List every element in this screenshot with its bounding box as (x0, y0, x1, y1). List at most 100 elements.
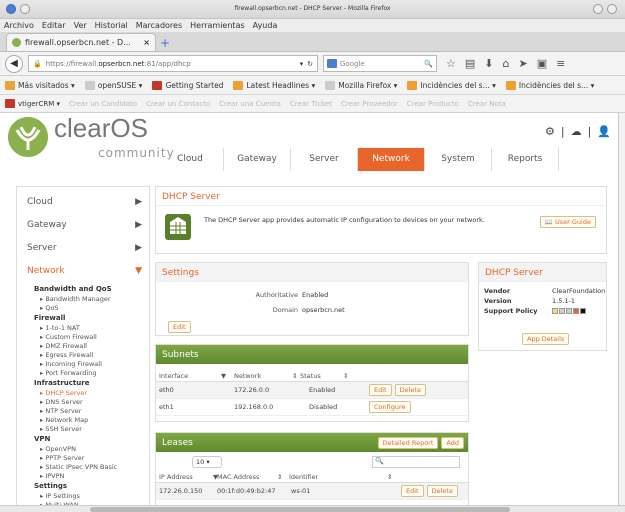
configure-button[interactable]: Configure (369, 401, 411, 413)
crm-create-provider[interactable]: Crear Proveedor (341, 100, 398, 108)
dropdown-arrow-icon[interactable]: ▾ (300, 60, 304, 68)
bookmark-item[interactable]: Mozilla Firefox ▾ (325, 80, 397, 90)
url-bar[interactable]: 🔒 https://firewall.opserbcn.net:81/app/d… (28, 55, 318, 72)
sidebar-item[interactable]: ▸ DNS Server (17, 397, 149, 406)
add-lease-button[interactable]: Add (441, 437, 464, 449)
search-bar[interactable]: Google 🔍 (323, 55, 437, 72)
back-button[interactable]: ◀ (5, 54, 23, 73)
reading-list-icon[interactable]: ▤ (465, 57, 475, 70)
new-tab-button[interactable]: + (156, 35, 174, 51)
page-size-select[interactable]: 10 ▾ (192, 456, 222, 468)
sidebar-item[interactable]: ▸ PPTP Server (17, 453, 149, 462)
lease-search-input[interactable]: 🔍 (372, 456, 460, 468)
col-network[interactable]: Network (234, 372, 292, 380)
sort-icon[interactable]: ▼ (221, 372, 234, 380)
col-mac-address[interactable]: MAC Address (217, 473, 277, 481)
send-icon[interactable]: ➤ (518, 57, 527, 70)
nav-tab-reports[interactable]: Reports (492, 148, 559, 171)
dashboard-icon[interactable]: ⚙ (545, 125, 555, 138)
sidebar-item[interactable]: ▸ NTP Server (17, 406, 149, 415)
sidebar-item[interactable]: ▸ Custom Firewall (17, 332, 149, 341)
crm-create-note[interactable]: Crear Nota (468, 100, 506, 108)
sort-icon[interactable]: ⇕ (277, 473, 289, 481)
nav-tab-network[interactable]: Network (358, 148, 425, 171)
col-interface[interactable]: Interface (159, 372, 221, 380)
menu-herramientas[interactable]: Herramientas (190, 21, 245, 30)
domain-label: Domain (272, 306, 298, 314)
sort-icon[interactable]: ⇕ (387, 473, 392, 481)
bookmark-item[interactable]: Incidències del s... ▾ (505, 80, 594, 90)
bookmark-item[interactable]: Más visitados ▾ (5, 80, 75, 90)
crm-create-contact[interactable]: Crear un Contacto (146, 100, 210, 108)
crm-create-account[interactable]: Crear una Cuenta (219, 100, 281, 108)
search-icon[interactable]: 🔍 (424, 60, 433, 68)
minimize-icon[interactable] (593, 4, 603, 14)
sidebar-item[interactable]: ▸ OpenVPN (17, 444, 149, 453)
sidebar-item[interactable]: ▸ Incoming Firewall (17, 359, 149, 368)
menu-ver[interactable]: Ver (74, 21, 87, 30)
download-icon[interactable]: ⬇ (484, 57, 493, 70)
settings-edit-button[interactable]: Edit (168, 321, 191, 333)
menu-archivo[interactable]: Archivo (4, 21, 34, 30)
reload-icon[interactable]: ↻ (307, 60, 313, 68)
sidebar-item[interactable]: ▸ SSH Server (17, 424, 149, 433)
sidebar-item[interactable]: ▸ Port Forwarding (17, 368, 149, 377)
sort-icon[interactable]: ⇕ (343, 372, 348, 380)
crm-create-ticket[interactable]: Crear Ticket (290, 100, 332, 108)
app-details-button[interactable]: App Details (522, 333, 570, 345)
col-identifier[interactable]: Identifier (289, 473, 387, 481)
close-tab-icon[interactable]: × (143, 38, 150, 47)
user-icon[interactable]: 👤 (597, 125, 611, 138)
sidebar-category-network[interactable]: Network ▼ (17, 260, 149, 283)
sidebar-category-server[interactable]: Server ▶ (17, 237, 149, 260)
detailed-report-button[interactable]: Detailed Report (377, 437, 439, 449)
edit-button[interactable]: Edit (369, 384, 392, 396)
menu-editar[interactable]: Editar (42, 21, 66, 30)
sidebar-item[interactable]: ▸ Egress Firewall (17, 350, 149, 359)
sidebar-item[interactable]: ▸ Static IPsec VPN Basic (17, 462, 149, 471)
sidebar-category-cloud[interactable]: Cloud ▶ (17, 191, 149, 214)
nav-tab-system[interactable]: System (425, 148, 492, 171)
col-ip-address[interactable]: IP Address (159, 473, 213, 481)
brand-name: clearOS (54, 113, 148, 143)
nav-tab-server[interactable]: Server (291, 148, 358, 171)
sort-icon[interactable]: ⇕ (292, 372, 300, 380)
crm-create-candidate[interactable]: Crear un Candidato (69, 100, 137, 108)
sidebar-item[interactable]: ▸ IP Settings (17, 491, 149, 500)
nav-tab-cloud[interactable]: Cloud (157, 148, 224, 171)
search-engine-icon[interactable] (327, 59, 337, 68)
user-guide-button[interactable]: 📖 User Guide (539, 216, 596, 228)
menu-ayuda[interactable]: Ayuda (253, 21, 278, 30)
horizontal-scrollbar[interactable] (0, 505, 625, 512)
sidebar-item[interactable]: ▸ IPVPN (17, 471, 149, 480)
sidebar-item[interactable]: ▸ DMZ Firewall (17, 341, 149, 350)
col-status[interactable]: Status (300, 372, 343, 380)
browser-tab[interactable]: firewall.opserbcn.net - D... × (6, 33, 156, 51)
sidebar-item[interactable]: ▸ DHCP Server (17, 388, 149, 397)
sidebar-item[interactable]: ▸ QoS (17, 303, 149, 312)
crm-menu[interactable]: vtigerCRM ▾ (5, 99, 60, 108)
extension-icon[interactable]: ▣ (537, 57, 547, 70)
scrollbar-thumb[interactable] (90, 507, 510, 512)
bookmark-item[interactable]: Incidències del s... ▾ (407, 80, 496, 90)
menu-marcadores[interactable]: Marcadores (136, 21, 182, 30)
sidebar-item[interactable]: ▸ Bandwidth Manager (17, 294, 149, 303)
cloud-icon[interactable]: ☁ (571, 125, 582, 138)
bookmark-item[interactable]: Latest Headlines ▾ (233, 80, 315, 90)
close-window-icon[interactable] (607, 4, 617, 14)
vertical-scrollbar[interactable] (618, 113, 625, 512)
crm-create-product[interactable]: Crear Producto (407, 100, 459, 108)
sidebar-category-gateway[interactable]: Gateway ▶ (17, 214, 149, 237)
nav-tab-gateway[interactable]: Gateway (224, 148, 291, 171)
edit-button[interactable]: Edit (401, 485, 424, 497)
delete-button[interactable]: Delete (394, 384, 426, 396)
bookmark-star-icon[interactable]: ☆ (446, 57, 456, 70)
delete-button[interactable]: Delete (426, 485, 458, 497)
bookmark-item[interactable]: Getting Started (152, 80, 223, 90)
menu-historial[interactable]: Historial (95, 21, 128, 30)
sidebar-item[interactable]: ▸ Network Map (17, 415, 149, 424)
hamburger-menu-icon[interactable]: ≡ (556, 57, 565, 70)
sidebar-item[interactable]: ▸ 1-to-1 NAT (17, 323, 149, 332)
home-icon[interactable]: ⌂ (503, 57, 510, 70)
bookmark-item[interactable]: openSUSE ▾ (84, 80, 142, 90)
